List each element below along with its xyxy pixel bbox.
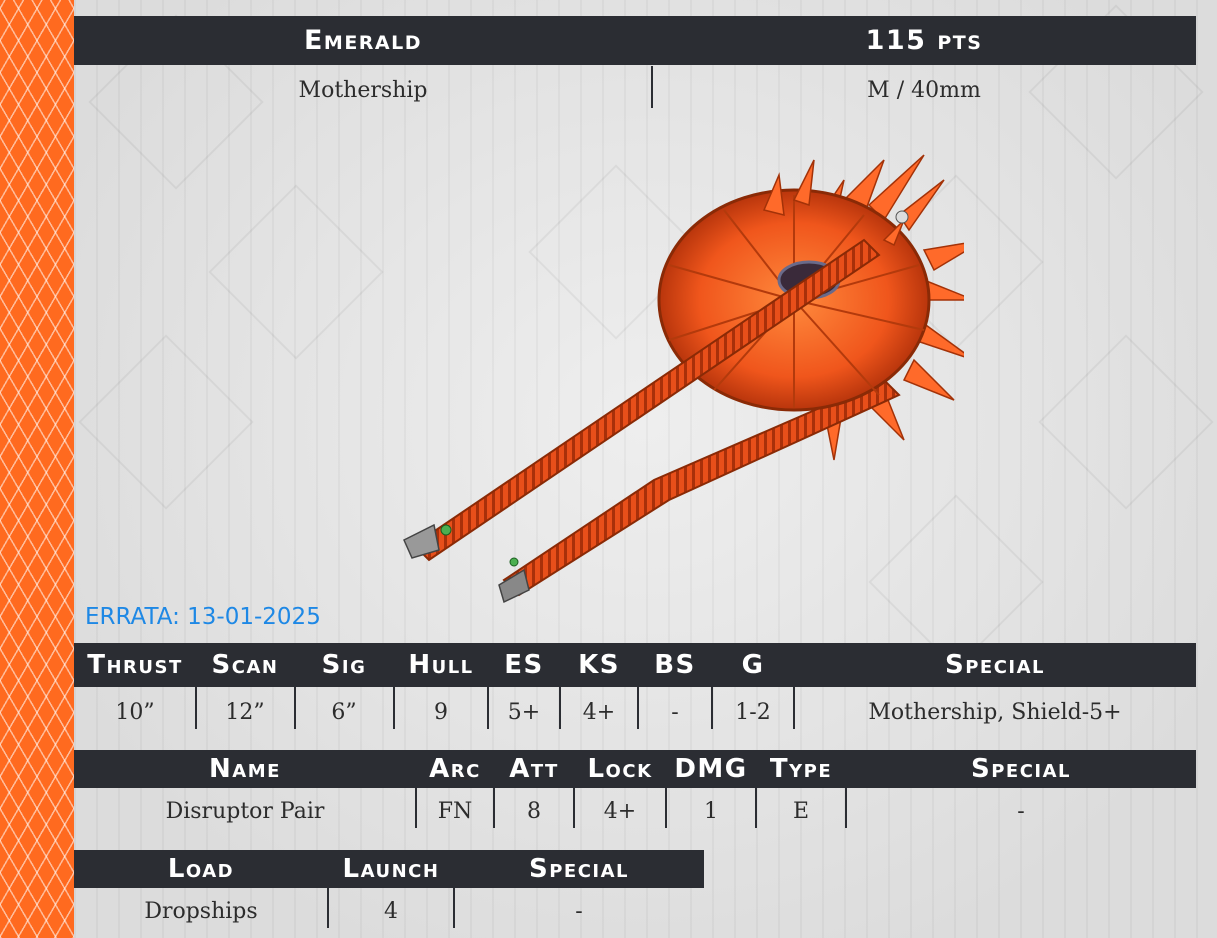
stat-es: 5+: [507, 700, 541, 725]
stat-header-ks: KS: [578, 650, 620, 680]
stat-header-bs: BS: [654, 650, 696, 680]
stat-header-g: G: [741, 650, 765, 680]
launch-row: Dropships 4 -: [74, 899, 704, 929]
launch-header-launch: Launch: [342, 854, 440, 884]
divider: [637, 687, 639, 729]
divider: [573, 788, 575, 828]
weapon-header-arc: Arc: [429, 754, 481, 784]
stat-header-hull: Hull: [408, 650, 474, 680]
stats-header: Thrust Scan Sig Hull ES KS BS G Special: [74, 643, 1196, 687]
stat-g: 1-2: [735, 700, 771, 725]
weapon-header-att: Att: [509, 754, 559, 784]
weapon-header-dmg: DMG: [674, 754, 748, 784]
stat-ks: 4+: [582, 700, 616, 725]
weapon-type: E: [792, 799, 810, 824]
stat-header-scan: Scan: [211, 650, 279, 680]
divider: [327, 888, 329, 928]
unit-size-base: M / 40mm: [867, 78, 981, 103]
stat-scan: 12”: [225, 700, 265, 725]
divider: [453, 888, 455, 928]
unit-card: Emerald 115 pts Mothership M / 40mm ERRA…: [74, 0, 1217, 938]
divider: [845, 788, 847, 828]
stat-header-thrust: Thrust: [87, 650, 183, 680]
weapon-header-type: Type: [769, 754, 833, 784]
launch-header-special: Special: [528, 854, 630, 884]
unit-class: Mothership: [298, 78, 428, 103]
weapon-lock: 4+: [603, 799, 637, 824]
stat-header-special: Special: [944, 650, 1046, 680]
weapon-att: 8: [527, 799, 541, 824]
stat-sig: 6”: [331, 700, 357, 725]
unit-name: Emerald: [303, 25, 423, 56]
stat-hull: 9: [434, 700, 448, 725]
launch-header: Load Launch Special: [74, 850, 704, 888]
stat-header-es: ES: [504, 650, 544, 680]
launch-special: -: [575, 899, 583, 924]
divider: [294, 687, 296, 729]
weapon-row: Disruptor Pair FN 8 4+ 1 E -: [74, 799, 1196, 829]
weapon-special: -: [1017, 799, 1025, 824]
divider: [393, 687, 395, 729]
ship-image: [403, 154, 964, 604]
weapon-arc: FN: [437, 799, 473, 824]
divider: [487, 687, 489, 729]
weapon-header-lock: Lock: [587, 754, 653, 784]
title-bar: Emerald 115 pts: [74, 16, 1196, 65]
launch-header-load: Load: [167, 854, 235, 884]
launch-count: 4: [384, 899, 398, 924]
divider: [755, 788, 757, 828]
divider: [793, 687, 795, 729]
weapons-header: Name Arc Att Lock DMG Type Special: [74, 750, 1196, 788]
weapon-dmg: 1: [704, 799, 718, 824]
stat-header-sig: Sig: [321, 650, 367, 680]
divider: [195, 687, 197, 729]
errata-date: ERRATA: 13-01-2025: [85, 604, 321, 630]
divider: [559, 687, 561, 729]
stats-row: 10” 12” 6” 9 5+ 4+ - 1-2 Mothership, Shi…: [74, 700, 1196, 730]
launch-load: Dropships: [144, 899, 258, 924]
divider: [711, 687, 713, 729]
divider: [651, 66, 653, 108]
decorative-side-stripe: [0, 0, 74, 938]
weapon-header-name: Name: [209, 754, 281, 784]
divider: [415, 788, 417, 828]
stat-bs: -: [671, 700, 679, 725]
divider: [493, 788, 495, 828]
unit-points: 115 pts: [865, 25, 983, 56]
weapon-header-special: Special: [970, 754, 1072, 784]
unit-info-row: Mothership M / 40mm: [74, 78, 1196, 110]
weapon-name: Disruptor Pair: [165, 799, 325, 824]
stat-special: Mothership, Shield-5+: [868, 700, 1122, 725]
divider: [665, 788, 667, 828]
stat-thrust: 10”: [115, 700, 155, 725]
